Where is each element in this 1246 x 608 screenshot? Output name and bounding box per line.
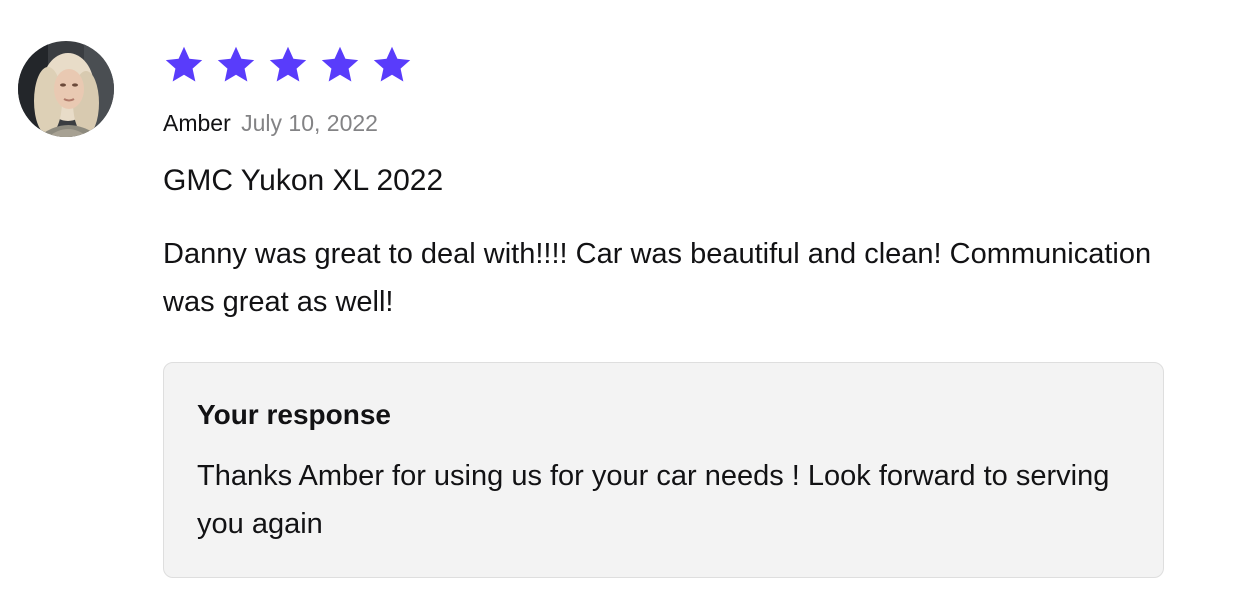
review-text: Danny was great to deal with!!!! Car was… — [163, 238, 1152, 318]
response-text: Thanks Amber for using us for your car n… — [197, 460, 1110, 540]
star-icon — [217, 46, 255, 82]
review-date: July 10, 2022 — [241, 110, 378, 136]
user-photo — [18, 41, 114, 137]
star-icon — [321, 46, 359, 82]
author-name: Amber — [163, 110, 231, 136]
host-response: Your response Thanks Amber for using us … — [163, 362, 1164, 578]
star-icon — [165, 46, 203, 82]
review-meta: Amber July 10, 2022 — [163, 108, 1166, 138]
review-card: Amber July 10, 2022 GMC Yukon XL 2022 Da… — [163, 42, 1166, 326]
star-rating — [163, 42, 1166, 88]
avatar — [18, 41, 114, 137]
star-icon — [269, 46, 307, 82]
response-title: Your response — [197, 399, 391, 430]
vehicle-name: GMC Yukon XL 2022 — [163, 164, 444, 197]
star-icon — [373, 46, 411, 82]
